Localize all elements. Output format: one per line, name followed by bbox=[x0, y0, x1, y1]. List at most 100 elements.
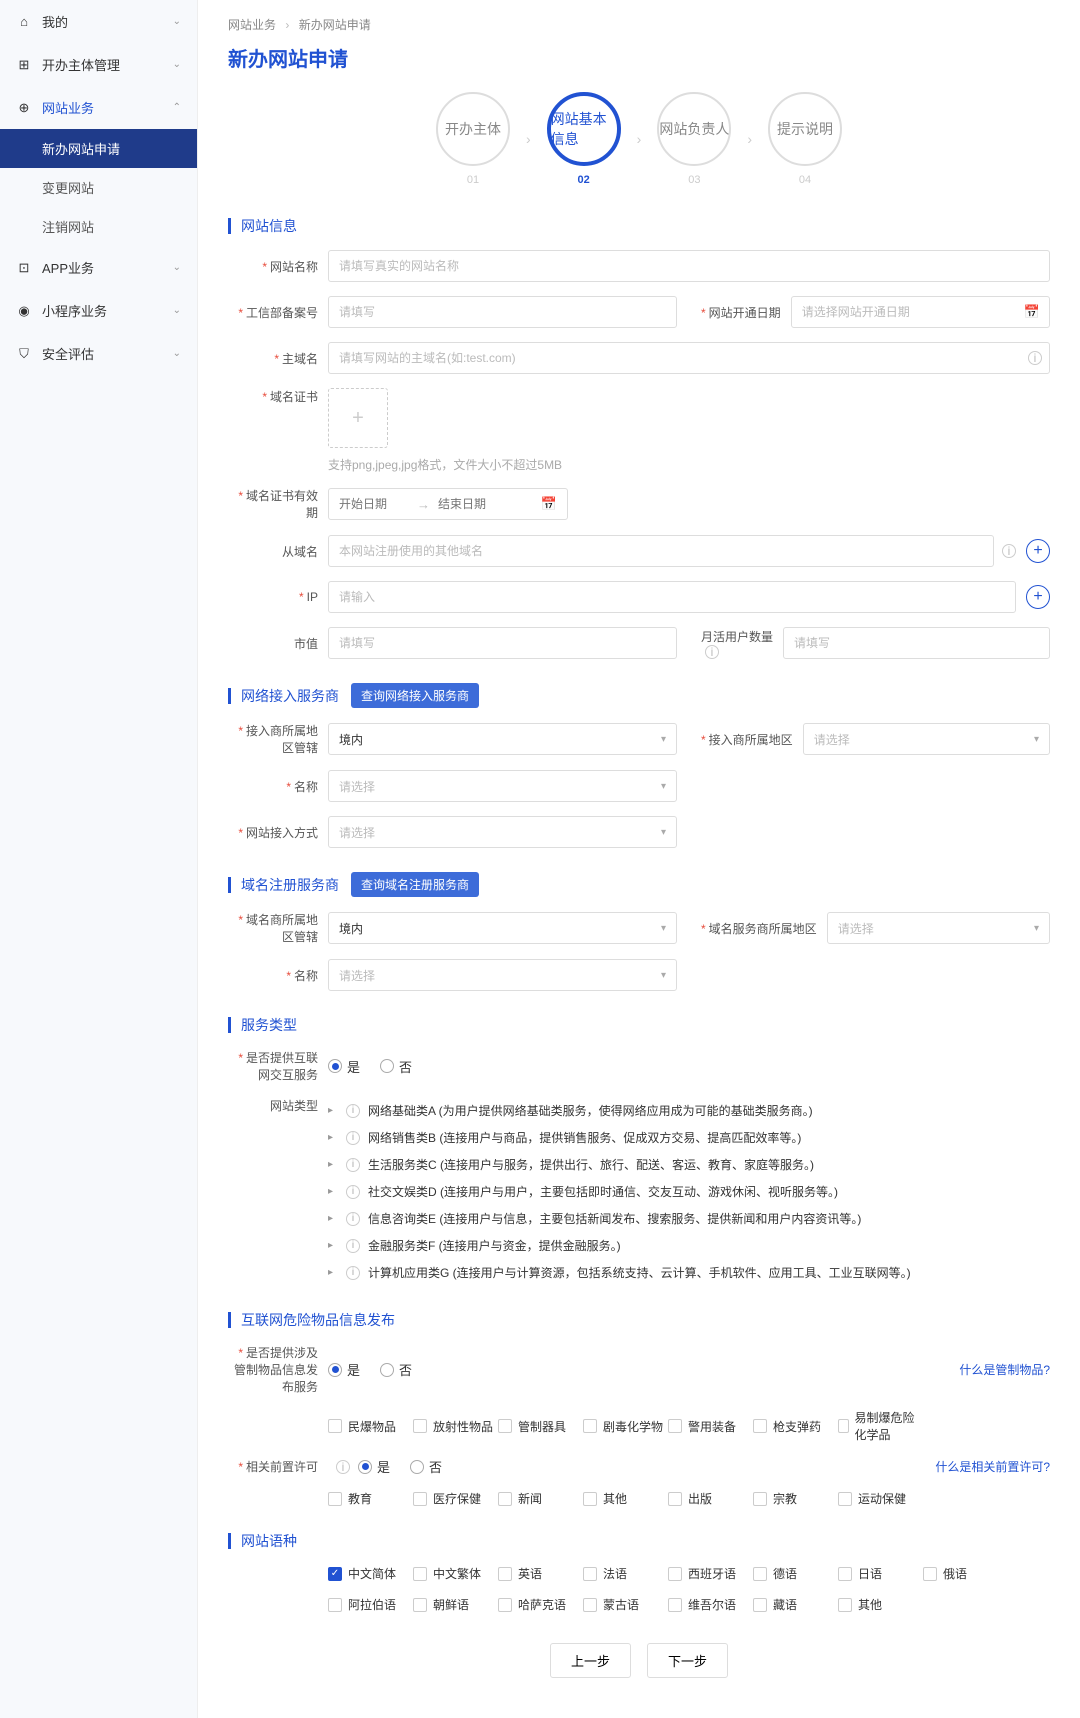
caret-right-icon[interactable]: ▸ bbox=[328, 1186, 338, 1197]
controlled-no-radio[interactable]: 否 bbox=[380, 1360, 412, 1379]
mau-input[interactable] bbox=[783, 627, 1050, 659]
isp-region-select[interactable]: 请选择▾ bbox=[803, 723, 1050, 755]
checkbox-option[interactable]: 宗教 bbox=[753, 1490, 838, 1507]
caret-right-icon[interactable]: ▸ bbox=[328, 1267, 338, 1278]
info-icon[interactable]: i bbox=[336, 1460, 350, 1474]
checkbox-option[interactable]: 日语 bbox=[838, 1565, 923, 1582]
isp-access-select[interactable]: 请选择▾ bbox=[328, 816, 677, 848]
nav-sub-item[interactable]: 注销网站 bbox=[0, 207, 197, 246]
site-type-item[interactable]: ▸i网络基础类A (为用户提供网络基础类服务，使得网络应用成为可能的基础类服务商… bbox=[328, 1097, 1050, 1124]
isp-region-type-select[interactable]: 境内▾ bbox=[328, 723, 677, 755]
checkbox-option[interactable]: 运动保健 bbox=[838, 1490, 923, 1507]
record-input[interactable] bbox=[328, 296, 677, 328]
site-type-item[interactable]: ▸i社交文娱类D (连接用户与用户，主要包括即时通信、交友互动、游戏休闲、视听服… bbox=[328, 1178, 1050, 1205]
nav-sub-item[interactable]: 新办网站申请 bbox=[0, 129, 197, 168]
query-registrar-button[interactable]: 查询域名注册服务商 bbox=[351, 872, 479, 897]
checkbox-option[interactable]: 阿拉伯语 bbox=[328, 1596, 413, 1613]
caret-right-icon[interactable]: ▸ bbox=[328, 1240, 338, 1251]
step-4[interactable]: 提示说明04 bbox=[768, 92, 842, 186]
controlled-yes-radio[interactable]: 是 bbox=[328, 1360, 360, 1379]
site-type-item[interactable]: ▸i网络销售类B (连接用户与商品，提供销售服务、促成双方交易、提高匹配效率等。… bbox=[328, 1124, 1050, 1151]
checkbox-option[interactable]: 中文简体 bbox=[328, 1565, 413, 1582]
reg-name-select[interactable]: 请选择▾ bbox=[328, 959, 677, 991]
checkbox-option[interactable]: 德语 bbox=[753, 1565, 838, 1582]
info-icon[interactable]: i bbox=[346, 1185, 360, 1199]
reg-region-select[interactable]: 请选择▾ bbox=[827, 912, 1050, 944]
checkbox-option[interactable]: 朝鲜语 bbox=[413, 1596, 498, 1613]
subdomain-input[interactable] bbox=[328, 535, 994, 567]
step-2[interactable]: 网站基本信息02 bbox=[547, 92, 621, 186]
checkbox-option[interactable]: 剧毒化学物 bbox=[583, 1409, 668, 1443]
permit-no-radio[interactable]: 否 bbox=[410, 1457, 442, 1476]
checkbox-option[interactable]: 医疗保健 bbox=[413, 1490, 498, 1507]
info-icon[interactable]: i bbox=[346, 1131, 360, 1145]
checkbox-option[interactable]: 警用装备 bbox=[668, 1409, 753, 1443]
nav-item-box[interactable]: ⊞开办主体管理⌄ bbox=[0, 43, 197, 86]
info-icon[interactable]: i bbox=[346, 1158, 360, 1172]
checkbox-option[interactable]: 教育 bbox=[328, 1490, 413, 1507]
controlled-help-link[interactable]: 什么是管制物品? bbox=[959, 1361, 1050, 1378]
step-1[interactable]: 开办主体01 bbox=[436, 92, 510, 186]
checkbox-option[interactable]: 民爆物品 bbox=[328, 1409, 413, 1443]
site-type-item[interactable]: ▸i生活服务类C (连接用户与服务，提供出行、旅行、配送、客运、教育、家庭等服务… bbox=[328, 1151, 1050, 1178]
nav-item-home[interactable]: ⌂我的⌄ bbox=[0, 0, 197, 43]
checkbox-option[interactable]: 藏语 bbox=[753, 1596, 838, 1613]
checkbox-option[interactable]: 哈萨克语 bbox=[498, 1596, 583, 1613]
checkbox-option[interactable]: 其他 bbox=[583, 1490, 668, 1507]
site-name-input[interactable] bbox=[328, 250, 1050, 282]
market-input[interactable] bbox=[328, 627, 677, 659]
cert-valid-range[interactable]: → 📅 bbox=[328, 488, 568, 520]
permit-help-link[interactable]: 什么是相关前置许可? bbox=[935, 1458, 1050, 1475]
caret-right-icon[interactable]: ▸ bbox=[328, 1105, 338, 1116]
info-icon[interactable]: i bbox=[1002, 544, 1016, 558]
checkbox-option[interactable]: 维吾尔语 bbox=[668, 1596, 753, 1613]
add-subdomain-button[interactable]: + bbox=[1026, 539, 1050, 563]
caret-right-icon[interactable]: ▸ bbox=[328, 1132, 338, 1143]
info-icon[interactable]: i bbox=[705, 645, 719, 659]
cert-upload[interactable]: + bbox=[328, 388, 388, 448]
cert-start-input[interactable] bbox=[339, 497, 409, 511]
step-3[interactable]: 网站负责人03 bbox=[657, 92, 731, 186]
caret-right-icon[interactable]: ▸ bbox=[328, 1159, 338, 1170]
checkbox-option[interactable]: 蒙古语 bbox=[583, 1596, 668, 1613]
info-icon[interactable]: i bbox=[346, 1104, 360, 1118]
checkbox-option[interactable]: 法语 bbox=[583, 1565, 668, 1582]
checkbox-option[interactable]: 出版 bbox=[668, 1490, 753, 1507]
permit-yes-radio[interactable]: 是 bbox=[358, 1457, 390, 1476]
site-type-item[interactable]: ▸i计算机应用类G (连接用户与计算资源，包括系统支持、云计算、手机软件、应用工… bbox=[328, 1259, 1050, 1286]
add-ip-button[interactable]: + bbox=[1026, 585, 1050, 609]
caret-right-icon[interactable]: ▸ bbox=[328, 1213, 338, 1224]
checkbox-option[interactable]: 中文繁体 bbox=[413, 1565, 498, 1582]
checkbox-option[interactable]: 俄语 bbox=[923, 1565, 1008, 1582]
checkbox-option[interactable]: 西班牙语 bbox=[668, 1565, 753, 1582]
query-isp-button[interactable]: 查询网络接入服务商 bbox=[351, 683, 479, 708]
nav-item-grid[interactable]: ⊡APP业务⌄ bbox=[0, 246, 197, 289]
next-button[interactable]: 下一步 bbox=[647, 1643, 728, 1678]
site-type-item[interactable]: ▸i信息咨询类E (连接用户与信息，主要包括新闻发布、搜索服务、提供新闻和用户内… bbox=[328, 1205, 1050, 1232]
prev-button[interactable]: 上一步 bbox=[550, 1643, 631, 1678]
info-icon[interactable]: i bbox=[346, 1212, 360, 1226]
site-type-item[interactable]: ▸i金融服务类F (连接用户与资金，提供金融服务。) bbox=[328, 1232, 1050, 1259]
ip-input[interactable] bbox=[328, 581, 1016, 613]
interactive-no-radio[interactable]: 否 bbox=[380, 1057, 412, 1076]
reg-region-type-select[interactable]: 境内▾ bbox=[328, 912, 677, 944]
domain-input[interactable] bbox=[328, 342, 1050, 374]
nav-item-shield[interactable]: ⛉安全评估⌄ bbox=[0, 332, 197, 375]
interactive-yes-radio[interactable]: 是 bbox=[328, 1057, 360, 1076]
breadcrumb-root[interactable]: 网站业务 bbox=[228, 18, 276, 32]
checkbox-option[interactable]: 英语 bbox=[498, 1565, 583, 1582]
checkbox-option[interactable]: 枪支弹药 bbox=[753, 1409, 838, 1443]
nav-item-globe[interactable]: ⊕网站业务⌃ bbox=[0, 86, 197, 129]
checkbox-option[interactable]: 其他 bbox=[838, 1596, 923, 1613]
checkbox-option[interactable]: 易制爆危险化学品 bbox=[838, 1409, 923, 1443]
info-icon[interactable]: i bbox=[346, 1239, 360, 1253]
checkbox-option[interactable]: 管制器具 bbox=[498, 1409, 583, 1443]
isp-name-select[interactable]: 请选择▾ bbox=[328, 770, 677, 802]
info-icon[interactable]: i bbox=[1028, 351, 1042, 365]
checkbox-option[interactable]: 新闻 bbox=[498, 1490, 583, 1507]
cert-end-input[interactable] bbox=[438, 497, 508, 511]
nav-item-mini[interactable]: ◉小程序业务⌄ bbox=[0, 289, 197, 332]
checkbox-option[interactable]: 放射性物品 bbox=[413, 1409, 498, 1443]
nav-sub-item[interactable]: 变更网站 bbox=[0, 168, 197, 207]
open-date-input[interactable] bbox=[791, 296, 1050, 328]
